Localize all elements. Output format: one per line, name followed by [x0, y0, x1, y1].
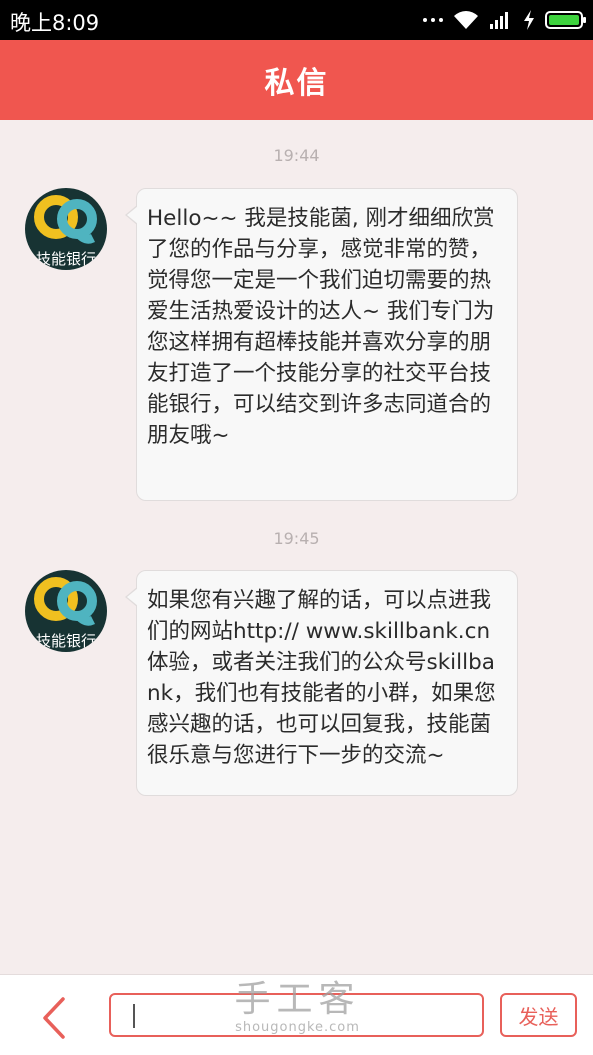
- text-cursor: [133, 1004, 135, 1028]
- skillbank-logo-icon: 技能银行: [34, 577, 97, 650]
- avatar-label: 技能银行: [36, 250, 96, 268]
- status-bar: 晚上8:09: [0, 0, 593, 40]
- skillbank-logo-icon: 技能银行: [34, 195, 97, 268]
- message-bubble: Hello~~ 我是技能菌, 刚才细细欣赏了您的作品与分享，感觉非常的赞，觉得您…: [125, 188, 518, 501]
- signal-icon: [490, 12, 508, 29]
- wifi-icon: [454, 11, 478, 29]
- send-button[interactable]: 发送: [500, 993, 577, 1037]
- message-timestamp: 19:44: [273, 146, 320, 165]
- charging-icon: [524, 10, 534, 30]
- status-time: 晚上8:09: [10, 11, 100, 35]
- battery-icon: [545, 11, 586, 29]
- message-text: Hello~~ 我是技能菌, 刚才细细欣赏了您的作品与分享，感觉非常的赞，觉得您…: [147, 206, 495, 448]
- more-dots-icon: [423, 18, 443, 22]
- back-arrow-icon[interactable]: [35, 995, 75, 1041]
- page-header: 私信: [0, 40, 593, 120]
- message-timestamp: 19:45: [273, 529, 320, 548]
- avatar-label: 技能银行: [36, 632, 96, 650]
- page-title: 私信: [264, 66, 329, 101]
- avatar[interactable]: 技能银行: [25, 188, 107, 270]
- status-icons: [423, 8, 586, 32]
- message-text: 如果您有兴趣了解的话，可以点进我们的网站http:// www.skillban…: [147, 588, 496, 768]
- message-input[interactable]: [109, 993, 484, 1037]
- avatar[interactable]: 技能银行: [25, 570, 107, 652]
- message-bubble: 如果您有兴趣了解的话，可以点进我们的网站http:// www.skillban…: [125, 570, 518, 796]
- message-input-bar: 发送: [0, 974, 593, 1055]
- send-button-label: 发送: [518, 1004, 559, 1029]
